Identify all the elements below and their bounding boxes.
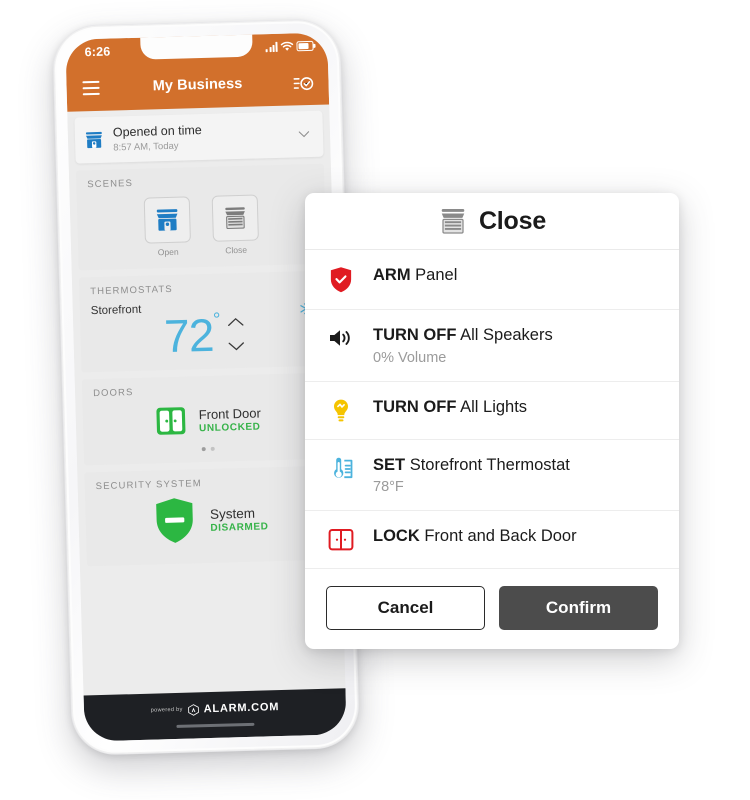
scene-open[interactable]: Open — [143, 196, 192, 258]
modal-row-title: TURN OFF All Lights — [373, 397, 527, 418]
modal-row-text: LOCK Front and Back Door — [373, 526, 577, 547]
modal-row-target: All Lights — [460, 397, 528, 416]
modal-row-subtitle: 78°F — [373, 479, 404, 496]
modal-actions: Cancel Confirm — [305, 569, 679, 649]
chevron-down-icon[interactable] — [297, 127, 311, 141]
doors-card: DOORS Front Door UNLOCKED — [81, 372, 333, 466]
modal-row-action: SET — [373, 455, 406, 474]
brand-line: powered by ALARM.COM — [151, 701, 280, 718]
home-indicator[interactable] — [176, 722, 255, 729]
modal-row-subtitle: 0% Volume — [373, 349, 447, 366]
modal-row-lock-doors[interactable]: LOCK Front and Back Door — [305, 511, 679, 570]
door-item[interactable]: Front Door UNLOCKED — [93, 399, 320, 441]
modal-row-text: TURN OFF All Lights — [373, 397, 527, 418]
chevron-up-icon[interactable] — [227, 316, 244, 327]
thermostats-card: THERMOSTATS Storefront 72 ° — [78, 270, 330, 373]
app-top-area: 6:26 My Business — [65, 32, 330, 112]
modal-row-action: TURN OFF — [373, 397, 457, 416]
cancel-button[interactable]: Cancel — [326, 586, 485, 631]
status-banner-subtitle: 8:57 AM, Today — [113, 140, 179, 154]
chevron-down-icon[interactable] — [228, 341, 245, 352]
app-bar: My Business — [66, 62, 329, 111]
modal-row-target: Front and Back Door — [424, 527, 577, 546]
lightbulb-icon — [326, 397, 356, 424]
wifi-icon — [280, 41, 294, 51]
thermostat-icon — [326, 455, 356, 483]
modal-row-turn-off-speakers[interactable]: TURN OFF All Speakers 0% Volume — [305, 310, 679, 382]
confirm-scene-modal: Close ARM Panel TURN OFF All Speakers 0%… — [305, 193, 679, 650]
door-lock-icon — [156, 407, 186, 435]
speaker-icon — [326, 325, 356, 350]
battery-icon — [296, 40, 314, 52]
scenes-card: SCENES Open Close — [75, 163, 327, 271]
carousel-dots — [95, 444, 321, 454]
modal-row-action: ARM — [373, 266, 411, 284]
storefront-closed-icon — [441, 209, 465, 234]
alarm-com-logo-icon — [187, 704, 199, 716]
door-text: Front Door UNLOCKED — [198, 405, 261, 434]
security-label: SECURITY SYSTEM — [95, 478, 202, 493]
modal-row-set-thermostat[interactable]: SET Storefront Thermostat 78°F — [305, 440, 679, 512]
scene-open-tile[interactable] — [143, 196, 191, 244]
modal-row-title: TURN OFF All Speakers — [373, 325, 553, 346]
storefront-open-icon — [156, 209, 178, 231]
shield-disarmed-icon — [156, 498, 194, 543]
scene-close-tile[interactable] — [211, 194, 259, 242]
modal-row-target: Storefront Thermostat — [409, 455, 570, 474]
modal-row-title: LOCK Front and Back Door — [373, 526, 577, 547]
carousel-dot[interactable] — [201, 447, 206, 452]
door-name: Front Door — [198, 404, 262, 422]
modal-row-arm-panel[interactable]: ARM Panel — [305, 250, 679, 310]
scene-open-label: Open — [157, 246, 179, 258]
shield-arm-icon — [326, 265, 356, 294]
thermostat-temperature: 72 — [163, 308, 215, 363]
modal-row-text: TURN OFF All Speakers 0% Volume — [373, 325, 553, 366]
thermostat-temperature-row: 72 ° — [91, 308, 318, 363]
powered-by-label: powered by — [150, 707, 183, 714]
signal-bars-icon — [266, 41, 278, 53]
confirm-button[interactable]: Confirm — [499, 586, 658, 631]
activity-history-icon[interactable] — [292, 73, 315, 96]
security-text: System DISARMED — [209, 505, 269, 534]
modal-row-title: SET Storefront Thermostat — [373, 455, 570, 476]
modal-row-title: ARM Panel — [373, 265, 457, 286]
scenes-label: SCENES — [87, 177, 134, 191]
modal-title: Close — [478, 206, 547, 235]
modal-row-target: Panel — [415, 266, 458, 284]
security-card: SECURITY SYSTEM System DISARMED — [84, 465, 335, 567]
modal-row-target: All Speakers — [460, 326, 553, 344]
scenes-row: Open Close — [88, 193, 316, 259]
modal-row-turn-off-lights[interactable]: TURN OFF All Lights — [305, 382, 679, 440]
security-status: DISARMED — [210, 520, 269, 534]
phone-notch — [140, 32, 253, 60]
modal-row-action: LOCK — [373, 527, 420, 546]
app-content: Opened on time 8:57 AM, Today SCENES Ope… — [67, 110, 346, 706]
scene-close[interactable]: Close — [211, 194, 260, 256]
modal-row-text: ARM Panel — [373, 265, 457, 286]
storefront-closed-icon — [225, 207, 245, 230]
modal-row-text: SET Storefront Thermostat 78°F — [373, 455, 570, 496]
thermostat-degree-symbol: ° — [212, 309, 221, 331]
brand-footer: powered by ALARM.COM — [83, 688, 347, 742]
doors-label: DOORS — [92, 387, 134, 400]
security-item[interactable]: System DISARMED — [96, 492, 323, 548]
thermostats-label: THERMOSTATS — [90, 283, 173, 298]
thermostat-steppers — [227, 316, 245, 352]
carousel-dot[interactable] — [210, 446, 215, 451]
status-banner-text: Opened on time 8:57 AM, Today — [113, 120, 298, 153]
door-lock-icon — [326, 526, 356, 553]
door-status: UNLOCKED — [198, 420, 261, 434]
brand-name: ALARM.COM — [203, 701, 280, 716]
scene-close-label: Close — [225, 244, 248, 256]
status-bar-clock: 6:26 — [84, 44, 111, 60]
screenshot-root: 6:26 My Business Opened on time 8:57 AM,… — [0, 0, 750, 800]
status-banner[interactable]: Opened on time 8:57 AM, Today — [74, 110, 324, 164]
modal-row-action: TURN OFF — [373, 326, 457, 344]
modal-header: Close — [305, 193, 679, 250]
security-name: System — [209, 505, 256, 522]
storefront-open-icon — [85, 131, 102, 149]
page-title: My Business — [152, 75, 243, 95]
status-bar-indicators — [266, 40, 314, 53]
